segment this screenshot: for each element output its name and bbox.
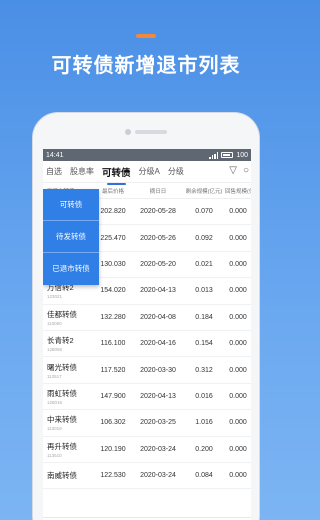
putback-scale: 0.000 xyxy=(229,313,247,321)
bond-name: 曙光转债 xyxy=(47,362,77,372)
bond-name: 佳都转债 xyxy=(47,309,77,319)
col-date[interactable]: 摘日日 xyxy=(133,187,183,195)
delist-date: 2020-04-13 xyxy=(140,392,176,400)
putback-scale: 0.000 xyxy=(229,260,247,268)
delist-date: 2020-05-26 xyxy=(140,234,176,242)
remaining-scale: 0.013 xyxy=(195,287,213,295)
tab-convertible[interactable]: 可转债 xyxy=(102,165,131,185)
last-price: 122.530 xyxy=(100,472,126,480)
delist-date: 2020-03-30 xyxy=(140,366,176,374)
delist-date: 2020-03-24 xyxy=(140,472,176,480)
camera-icon xyxy=(125,129,131,135)
putback-scale: 0.000 xyxy=(229,234,247,242)
dropdown-item-convertible[interactable]: 可转债 xyxy=(43,189,99,221)
bond-name: 南威转债 xyxy=(47,470,77,480)
last-price: 106.302 xyxy=(100,419,126,427)
bond-code: 113517 xyxy=(47,373,62,379)
putback-scale: 0.000 xyxy=(229,419,247,427)
tab-grade-a[interactable]: 分级A xyxy=(139,166,160,177)
putback-scale: 0.000 xyxy=(229,366,247,374)
table-row[interactable]: 佳都转债 110050 132.280 2020-04-08 0.184 0.000 xyxy=(43,305,251,331)
last-price: 154.020 xyxy=(100,287,126,295)
delist-date: 2020-05-28 xyxy=(140,208,176,216)
phone-frame: 14:41 100 自选 股息率 可转债 分级A 分级 ▽ ○ 已退市转债 最后… xyxy=(32,112,260,520)
remaining-scale: 0.070 xyxy=(195,208,213,216)
col-remaining-scale[interactable]: 剩余规模(亿元) xyxy=(183,187,225,195)
putback-scale: 0.000 xyxy=(229,340,247,348)
bond-code: 128016 xyxy=(47,399,63,405)
remaining-scale: 0.184 xyxy=(195,313,213,321)
bond-name: 雨虹转债 xyxy=(47,388,77,398)
bond-name: 中来转债 xyxy=(47,415,77,425)
col-putback-scale[interactable]: 回售规模(亿元) xyxy=(225,187,251,195)
bond-code: 128055 xyxy=(47,347,63,353)
table-row[interactable]: 长青转2 128055 116.100 2020-04-16 0.154 0.000 xyxy=(43,331,251,358)
delist-date: 2020-03-25 xyxy=(140,419,176,427)
battery-icon xyxy=(221,152,234,158)
speaker-grille xyxy=(135,130,167,134)
bond-code: 110050 xyxy=(47,320,62,326)
delist-date: 2020-03-24 xyxy=(140,445,176,453)
status-indicators: 100 xyxy=(209,151,248,159)
dropdown-item-pending[interactable]: 待发转债 xyxy=(43,221,99,253)
headline-accent-bar xyxy=(136,34,156,38)
last-price: 132.280 xyxy=(100,313,126,321)
signal-icon xyxy=(209,151,219,159)
last-price: 116.100 xyxy=(100,340,126,348)
table-row[interactable]: 雨虹转债 128016 147.900 2020-04-13 0.016 0.000 xyxy=(43,384,251,411)
tab-grade[interactable]: 分级 xyxy=(168,166,184,177)
last-price: 120.190 xyxy=(100,445,126,453)
table-row[interactable]: 南威转债 122.530 2020-03-24 0.084 0.000 xyxy=(43,463,251,490)
table-row[interactable]: 中来转债 113019 106.302 2020-03-25 1.016 0.000 xyxy=(43,410,251,437)
tab-actions: ▽ ○ xyxy=(229,165,249,177)
putback-scale: 0.000 xyxy=(229,392,247,400)
putback-scale: 0.000 xyxy=(229,287,247,295)
remaining-scale: 0.084 xyxy=(195,472,213,480)
bond-name: 长青转2 xyxy=(47,336,74,346)
phone-screen: 14:41 100 自选 股息率 可转债 分级A 分级 ▽ ○ 已退市转债 最后… xyxy=(43,149,251,520)
page-headline: 可转债新增退市列表 xyxy=(51,55,241,77)
col-price[interactable]: 最后价格 xyxy=(93,187,133,195)
remaining-scale: 0.016 xyxy=(195,392,213,400)
last-price: 147.900 xyxy=(100,392,126,400)
delist-date: 2020-04-13 xyxy=(140,287,176,295)
remaining-scale: 0.092 xyxy=(195,234,213,242)
status-time: 14:41 xyxy=(46,151,64,159)
search-icon[interactable]: ○ xyxy=(243,165,249,177)
remaining-scale: 0.312 xyxy=(195,366,213,374)
delist-date: 2020-04-16 xyxy=(140,340,176,348)
filter-icon[interactable]: ▽ xyxy=(229,165,237,177)
putback-scale: 0.000 xyxy=(229,472,247,480)
remaining-scale: 0.021 xyxy=(195,260,213,268)
bond-type-dropdown: 可转债 待发转债 已退市转债 xyxy=(43,189,99,285)
remaining-scale: 0.154 xyxy=(195,340,213,348)
battery-level: 100 xyxy=(236,151,248,159)
delist-date: 2020-04-08 xyxy=(140,313,176,321)
table-row[interactable]: 曙光转债 113517 117.520 2020-03-30 0.312 0.000 xyxy=(43,357,251,384)
last-price: 117.520 xyxy=(100,366,126,374)
last-price: 225.470 xyxy=(100,234,126,242)
last-price: 130.030 xyxy=(100,260,126,268)
delist-date: 2020-05-20 xyxy=(140,260,176,268)
table-row[interactable]: 再升转债 113510 120.190 2020-03-24 0.200 0.000 xyxy=(43,437,251,463)
dropdown-item-delisted[interactable]: 已退市转债 xyxy=(43,253,99,285)
bond-code: 113510 xyxy=(47,452,62,458)
tab-watchlist[interactable]: 自选 xyxy=(46,166,62,177)
remaining-scale: 0.200 xyxy=(195,445,213,453)
putback-scale: 0.000 xyxy=(229,208,247,216)
remaining-scale: 1.016 xyxy=(195,419,213,427)
tab-dividend[interactable]: 股息率 xyxy=(70,166,94,177)
tab-bar: 自选 股息率 可转债 分级A 分级 ▽ ○ xyxy=(43,161,251,185)
status-bar: 14:41 100 xyxy=(43,149,251,161)
putback-scale: 0.000 xyxy=(229,445,247,453)
last-price: 202.820 xyxy=(100,208,126,216)
bond-code: 123021 xyxy=(47,294,63,300)
phone-top-bezel xyxy=(33,113,261,149)
bond-code: 113019 xyxy=(47,426,62,432)
bond-name: 再升转债 xyxy=(47,441,77,451)
